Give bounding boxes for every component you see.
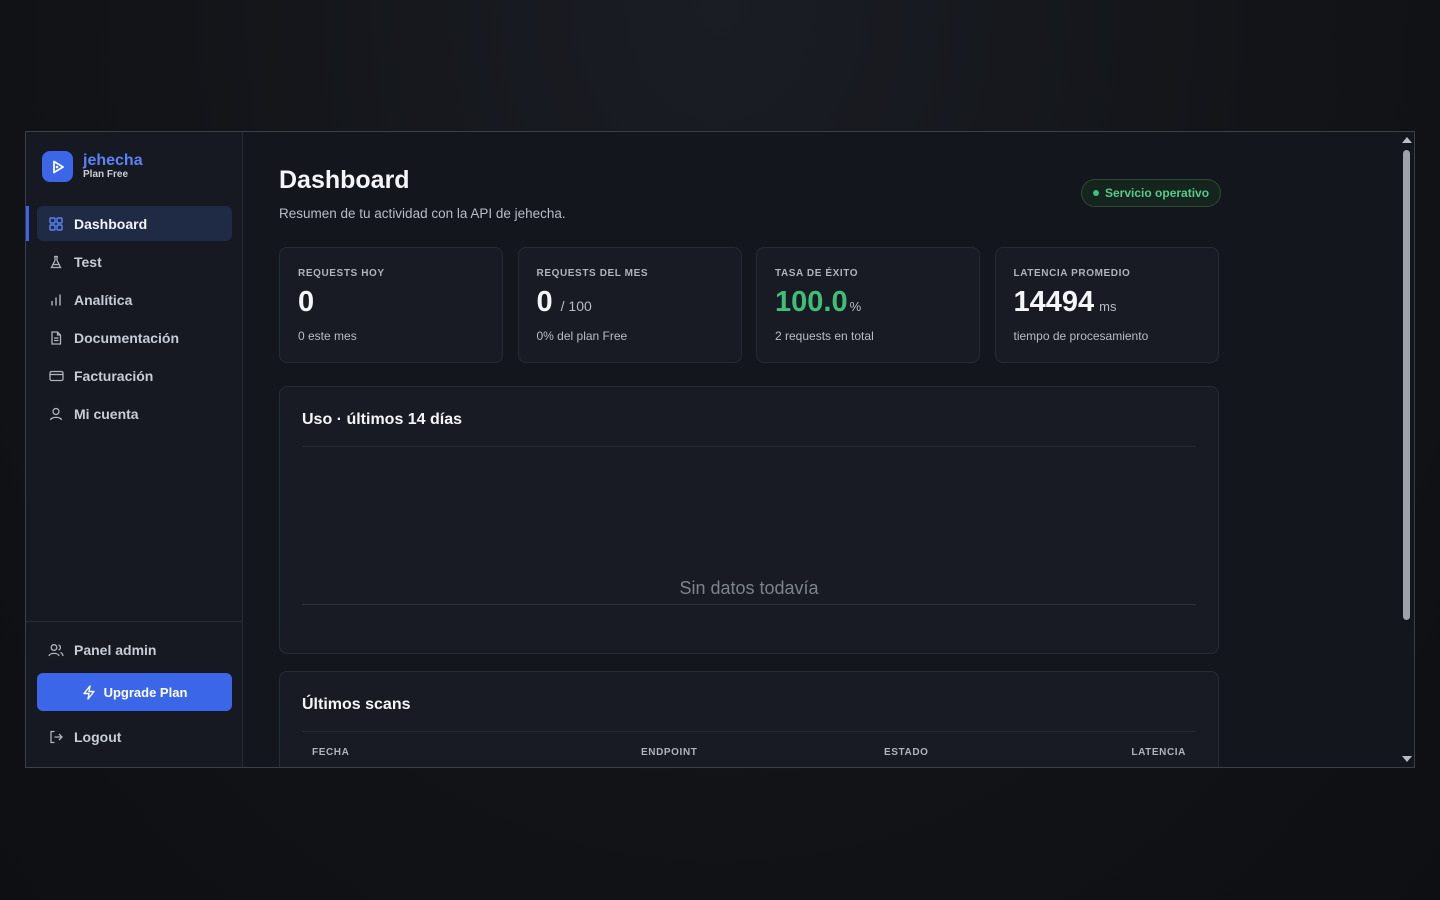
sidebar-item-dashboard[interactable]: Dashboard (37, 206, 232, 241)
stat-sub: tiempo de procesamiento (1013, 329, 1149, 343)
lightning-icon (82, 684, 96, 700)
scroll-thumb[interactable] (1403, 150, 1410, 620)
stat-sub: 2 requests en total (775, 329, 874, 343)
user-icon (48, 406, 64, 422)
active-indicator (26, 206, 29, 241)
logout-label: Logout (74, 729, 122, 745)
stat-value: 0 / 100 (537, 286, 592, 319)
usage-title: Uso · últimos 14 días (302, 411, 463, 428)
flask-icon (48, 254, 64, 270)
brand-name: jehecha (83, 152, 143, 169)
stat-number: 0 (536, 286, 553, 318)
page-subtitle: Resumen de tu actividad con la API de je… (279, 206, 566, 221)
logout-icon (48, 729, 64, 745)
stat-value: 14494 ms (1014, 286, 1117, 319)
usage-panel: Uso · últimos 14 días Sin datos todavía (279, 386, 1219, 654)
grid-icon (48, 216, 64, 232)
sidebar-item-mi-cuenta[interactable]: Mi cuenta (37, 397, 232, 432)
stat-card-requests-mes: REQUESTS DEL MES 0 / 100 0% del plan Free (517, 247, 742, 363)
sidebar-item-label: Facturación (74, 368, 154, 385)
sidebar-item-documentacion[interactable]: Documentación (37, 321, 232, 356)
credit-card-icon (48, 368, 64, 384)
column-header-estado[interactable]: ESTADO (884, 747, 929, 758)
status-dot-icon (1093, 190, 1099, 196)
stat-card-requests-hoy: REQUESTS HOY 0 0 este mes (279, 247, 503, 363)
sidebar-footer: Panel admin Upgrade Plan Logout (26, 621, 242, 767)
sidebar-item-label: Documentación (74, 330, 180, 347)
stat-sub: 0 este mes (298, 329, 357, 343)
scroll-down-arrow-icon[interactable] (1402, 756, 1412, 762)
sidebar-item-logout[interactable]: Logout (48, 729, 121, 745)
scans-title: Últimos scans (302, 696, 411, 713)
scans-panel: Últimos scans FECHA ENDPOINT ESTADO LATE… (279, 671, 1219, 767)
play-logo-icon (42, 151, 73, 182)
stat-label: REQUESTS DEL MES (536, 268, 649, 279)
upgrade-plan-button[interactable]: Upgrade Plan (37, 673, 232, 711)
stat-card-tasa-exito: TASA DE ÉXITO 100.0% 2 requests en total (756, 247, 980, 363)
document-icon (48, 330, 64, 346)
vertical-scrollbar[interactable] (1399, 132, 1414, 767)
sidebar-item-label: Dashboard (74, 215, 148, 232)
scroll-up-arrow-icon[interactable] (1402, 137, 1412, 143)
stat-sub: 0% del plan Free (536, 329, 628, 343)
brand-plan: Plan Free (83, 169, 129, 180)
brand[interactable]: jehecha Plan Free (42, 151, 143, 182)
scans-table-header: FECHA ENDPOINT ESTADO LATENCIA (302, 747, 1196, 767)
panel-admin-label: Panel admin (74, 642, 157, 658)
sidebar-item-analitica[interactable]: Analítica (37, 282, 232, 317)
column-header-latencia[interactable]: LATENCIA (1131, 747, 1186, 758)
stat-number: 14494 (1013, 286, 1095, 318)
stat-label: LATENCIA PROMEDIO (1013, 268, 1131, 279)
column-header-endpoint[interactable]: ENDPOINT (641, 747, 697, 758)
sidebar-item-label: Test (74, 253, 102, 270)
sidebar-nav: Dashboard Test Analítica Documentación F… (37, 206, 232, 435)
stat-label: REQUESTS HOY (298, 268, 385, 279)
sidebar-item-facturacion[interactable]: Facturación (37, 359, 232, 394)
stat-label: TASA DE ÉXITO (775, 268, 859, 279)
sidebar: jehecha Plan Free Dashboard Test Analíti… (26, 132, 243, 767)
chart-baseline (302, 604, 1196, 605)
stat-number: 0 (298, 286, 315, 318)
stat-number: 100.0 (775, 286, 848, 318)
stat-card-latencia: LATENCIA PROMEDIO 14494 ms tiempo de proc… (994, 247, 1219, 363)
stat-suffix: ms (1099, 299, 1117, 314)
stat-suffix: % (849, 299, 862, 314)
empty-state-text: Sin datos todavía (679, 578, 819, 598)
app-window: jehecha Plan Free Dashboard Test Analíti… (25, 131, 1415, 768)
sidebar-item-test[interactable]: Test (37, 244, 232, 279)
divider (302, 731, 1196, 732)
status-badge: Servicio operativo (1081, 179, 1222, 207)
column-header-fecha[interactable]: FECHA (312, 747, 349, 758)
page-title: Dashboard (279, 166, 410, 194)
stat-value: 100.0% (775, 286, 861, 319)
sidebar-item-label: Mi cuenta (74, 406, 139, 423)
upgrade-plan-label: Upgrade Plan (103, 684, 188, 700)
bar-chart-icon (48, 292, 64, 308)
stat-value: 0 (298, 286, 316, 319)
stat-suffix: / 100 (560, 298, 592, 314)
status-text: Servicio operativo (1105, 186, 1210, 200)
sidebar-item-label: Analítica (74, 291, 133, 308)
sidebar-item-panel-admin[interactable]: Panel admin (48, 642, 156, 658)
divider (302, 446, 1196, 447)
users-icon (48, 642, 64, 658)
main-content: Dashboard Resumen de tu actividad con la… (243, 132, 1401, 767)
